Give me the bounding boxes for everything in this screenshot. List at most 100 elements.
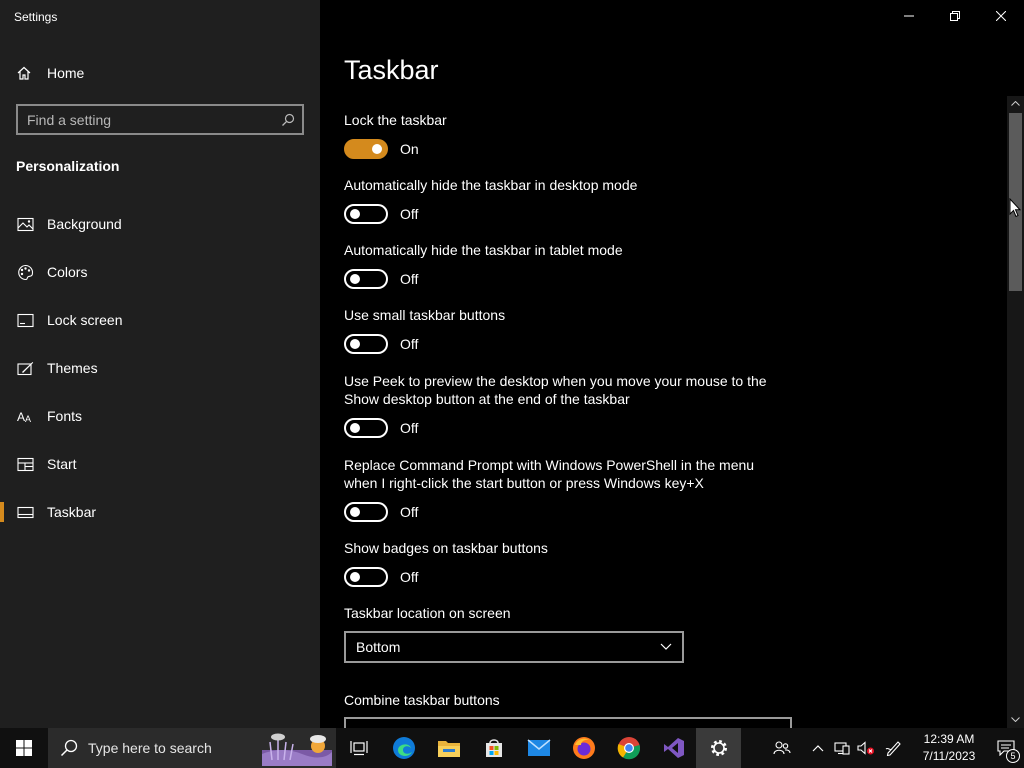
setting-label: Automatically hide the taskbar in deskto… bbox=[344, 177, 638, 193]
taskbar-app-store[interactable] bbox=[471, 728, 516, 768]
mail-icon bbox=[527, 739, 550, 756]
task-view-button[interactable] bbox=[336, 728, 381, 768]
setting-powershell: Replace Command Prompt with Windows Powe… bbox=[344, 456, 764, 522]
windows-taskbar: Type here to search 12:39 AM 7/11/2023 5 bbox=[0, 728, 1024, 768]
taskbar-app-firefox[interactable] bbox=[561, 728, 606, 768]
gear-icon bbox=[710, 740, 727, 756]
sidebar-item-label: Lock screen bbox=[47, 312, 123, 328]
lock-taskbar-toggle[interactable] bbox=[344, 139, 388, 159]
badges-toggle[interactable] bbox=[344, 567, 388, 587]
clock[interactable]: 12:39 AM 7/11/2023 bbox=[916, 731, 982, 765]
system-tray: 12:39 AM 7/11/2023 5 bbox=[758, 728, 1024, 768]
setting-autohide-desktop: Automatically hide the taskbar in deskto… bbox=[344, 176, 814, 224]
setting-label: Lock the taskbar bbox=[344, 112, 447, 128]
lock-screen-icon bbox=[16, 311, 34, 329]
section-title: Personalization bbox=[16, 158, 120, 174]
sidebar-item-label: Themes bbox=[47, 360, 98, 376]
scroll-down-icon[interactable] bbox=[1007, 712, 1024, 726]
notification-count-badge: 5 bbox=[1006, 749, 1020, 763]
pen-workspace-button[interactable] bbox=[878, 728, 910, 768]
home-nav-item[interactable]: Home bbox=[16, 62, 84, 84]
network-icon bbox=[834, 742, 850, 755]
taskbar-app-settings[interactable] bbox=[696, 728, 741, 768]
sidebar-item-colors[interactable]: Colors bbox=[0, 248, 320, 296]
taskbar-app-mail[interactable] bbox=[516, 728, 561, 768]
chevron-down-icon bbox=[660, 643, 672, 650]
sidebar-item-start[interactable]: Start bbox=[0, 440, 320, 488]
combine-dropdown[interactable] bbox=[344, 717, 792, 728]
taskbar-app-chrome[interactable] bbox=[606, 728, 651, 768]
chrome-icon bbox=[617, 737, 640, 760]
setting-autohide-tablet: Automatically hide the taskbar in tablet… bbox=[344, 241, 814, 289]
page-title: Taskbar bbox=[344, 55, 439, 85]
autohide-desktop-toggle[interactable] bbox=[344, 204, 388, 224]
edge-icon bbox=[392, 737, 415, 759]
location-label: Taskbar location on screen bbox=[344, 605, 511, 621]
start-button[interactable] bbox=[0, 728, 48, 768]
action-center-button[interactable]: 5 bbox=[988, 728, 1024, 768]
firefox-icon bbox=[572, 737, 595, 759]
scroll-up-icon[interactable] bbox=[1007, 96, 1024, 110]
toggle-state: Off bbox=[400, 504, 419, 520]
svg-text:A: A bbox=[25, 414, 31, 424]
task-view-icon bbox=[349, 741, 368, 756]
pen-icon bbox=[885, 741, 901, 756]
setting-badges: Show badges on taskbar buttons Off bbox=[344, 539, 814, 587]
autohide-tablet-toggle[interactable] bbox=[344, 269, 388, 289]
setting-small-buttons: Use small taskbar buttons Off bbox=[344, 306, 814, 354]
chevron-up-icon bbox=[812, 745, 824, 752]
search-icon bbox=[60, 739, 78, 757]
close-button[interactable] bbox=[978, 0, 1024, 32]
volume-button[interactable] bbox=[854, 728, 878, 768]
location-dropdown[interactable]: Bottom bbox=[344, 631, 684, 663]
main-content: Taskbar Lock the taskbar On Automaticall… bbox=[344, 0, 984, 728]
windows-logo-icon bbox=[16, 740, 32, 756]
powershell-toggle[interactable] bbox=[344, 502, 388, 522]
combine-label: Combine taskbar buttons bbox=[344, 692, 500, 708]
search-highlight-illustration-icon bbox=[262, 733, 332, 766]
peek-toggle[interactable] bbox=[344, 418, 388, 438]
sidebar-item-themes[interactable]: Themes bbox=[0, 344, 320, 392]
taskbar-app-edge[interactable] bbox=[381, 728, 426, 768]
sidebar-item-fonts[interactable]: AA Fonts bbox=[0, 392, 320, 440]
setting-label: Use Peek to preview the desktop when you… bbox=[344, 373, 767, 407]
search-input[interactable] bbox=[18, 111, 274, 128]
setting-location: Taskbar location on screen Bottom bbox=[344, 604, 814, 663]
network-button[interactable] bbox=[830, 728, 854, 768]
find-setting-search-box[interactable] bbox=[16, 104, 304, 135]
setting-label: Show badges on taskbar buttons bbox=[344, 540, 548, 556]
home-icon bbox=[17, 66, 31, 80]
app-title: Settings bbox=[14, 10, 58, 24]
show-hidden-icons-button[interactable] bbox=[806, 728, 830, 768]
volume-muted-icon bbox=[857, 741, 874, 755]
sidebar-item-label: Fonts bbox=[47, 408, 83, 424]
sidebar-item-lock-screen[interactable]: Lock screen bbox=[0, 296, 320, 344]
search-icon[interactable] bbox=[274, 113, 302, 127]
scrollbar[interactable] bbox=[1007, 96, 1024, 728]
taskbar-search-text: Type here to search bbox=[88, 740, 212, 756]
taskbar-app-visual-studio[interactable] bbox=[651, 728, 696, 768]
sidebar-item-background[interactable]: Background bbox=[0, 200, 320, 248]
themes-icon bbox=[16, 359, 34, 377]
sidebar-item-label: Colors bbox=[47, 264, 88, 280]
toggle-state: Off bbox=[400, 336, 419, 352]
taskbar-icon bbox=[16, 503, 34, 521]
toggle-state: Off bbox=[400, 271, 419, 287]
picture-icon bbox=[16, 215, 34, 233]
taskbar-app-file-explorer[interactable] bbox=[426, 728, 471, 768]
taskbar-pinned-apps bbox=[336, 728, 741, 768]
sidebar-item-taskbar[interactable]: Taskbar bbox=[0, 488, 320, 536]
personalization-nav: Background Colors Lock screen Themes AA … bbox=[0, 200, 320, 536]
clock-time: 12:39 AM bbox=[923, 732, 975, 746]
palette-icon bbox=[16, 263, 34, 281]
small-buttons-toggle[interactable] bbox=[344, 334, 388, 354]
toggle-state: Off bbox=[400, 420, 419, 436]
svg-text:A: A bbox=[17, 410, 25, 424]
setting-lock-taskbar: Lock the taskbar On bbox=[344, 111, 814, 159]
setting-label: Automatically hide the taskbar in tablet… bbox=[344, 242, 623, 258]
sidebar: Settings Home Personalization Background… bbox=[0, 0, 320, 728]
setting-label: Use small taskbar buttons bbox=[344, 307, 506, 323]
taskbar-search-box[interactable]: Type here to search bbox=[48, 728, 336, 768]
setting-peek: Use Peek to preview the desktop when you… bbox=[344, 372, 784, 438]
people-button[interactable] bbox=[758, 728, 806, 768]
